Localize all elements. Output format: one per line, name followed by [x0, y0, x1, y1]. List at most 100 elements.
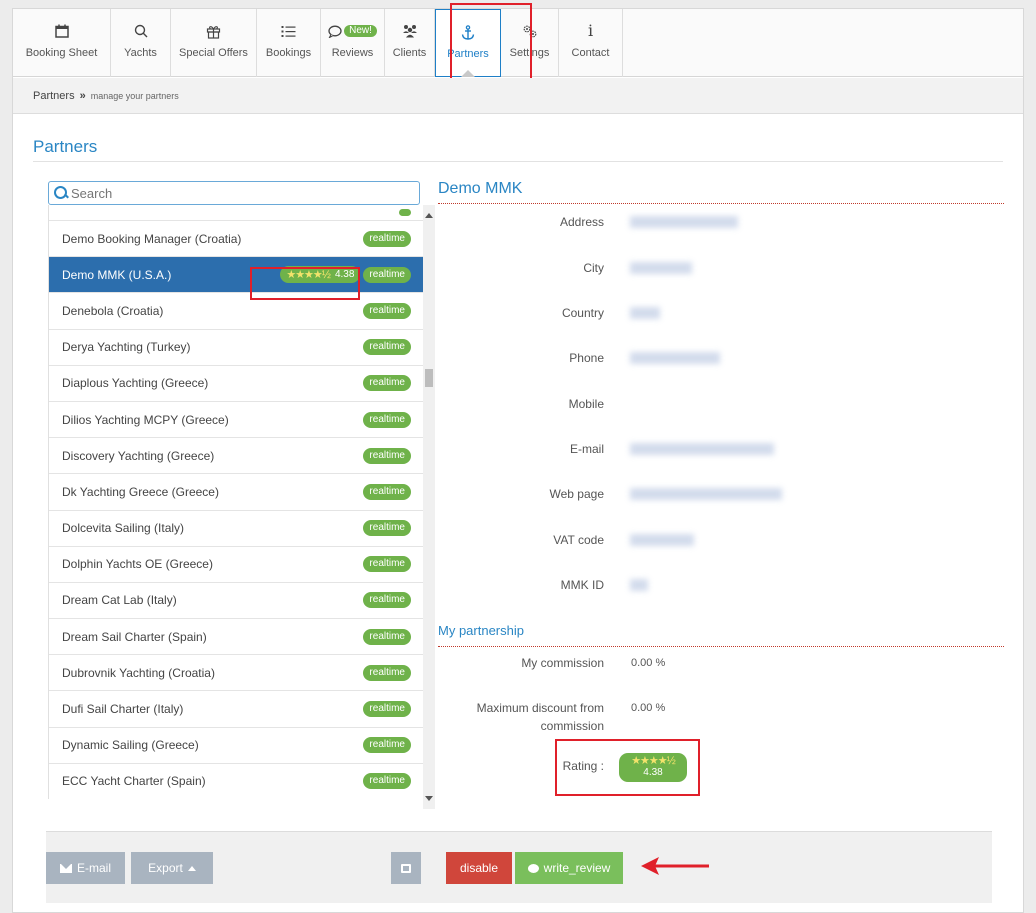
annotation-arrow-icon [641, 857, 709, 875]
list-item[interactable]: Dolphin Yachts OE (Greece) realtime [49, 546, 423, 583]
realtime-badge: realtime [363, 483, 411, 500]
partner-list[interactable]: Demo Booking Manager (Croatia) realtime … [48, 205, 423, 799]
realtime-badge: realtime [363, 737, 411, 754]
partner-name: Dolphin Yachts OE (Greece) [62, 557, 213, 572]
search-box[interactable] [48, 181, 420, 205]
commission-label: My commission [521, 656, 604, 670]
nav-special-offers[interactable]: Special Offers [171, 9, 257, 77]
city-value-redacted [630, 262, 692, 274]
list-item[interactable]: Denebola (Croatia) realtime [49, 293, 423, 330]
list-item[interactable]: Demo Booking Manager (Croatia) realtime [49, 221, 423, 258]
active-caret [461, 70, 475, 77]
rating-value: 4.38 [334, 269, 355, 281]
realtime-badge: realtime [363, 447, 411, 464]
realtime-badge: realtime [363, 592, 411, 609]
search-icon [134, 21, 148, 41]
nav-booking-sheet[interactable]: Booking Sheet [13, 9, 111, 77]
nav-bookings[interactable]: Bookings [257, 9, 321, 77]
gears-icon [522, 21, 538, 41]
list-item[interactable]: Dubrovnik Yachting (Croatia) realtime [49, 655, 423, 692]
list-item[interactable] [49, 205, 423, 221]
disable-button[interactable]: disable [446, 852, 512, 884]
country-label: Country [561, 306, 604, 320]
calendar-icon [54, 21, 69, 41]
partnership-divider [438, 646, 1004, 647]
comment-icon [527, 863, 539, 873]
address-label: Address [559, 215, 604, 229]
max-discount-label: Maximum discount from [476, 701, 604, 715]
speech-bubble-icon: New! [328, 21, 377, 41]
search-input[interactable] [71, 185, 411, 201]
export-button[interactable]: Export [131, 852, 213, 884]
email-value-redacted [630, 443, 774, 455]
breadcrumb-separator: » [79, 90, 86, 102]
nav-label: Clients [392, 47, 427, 59]
mobile-label: Mobile [568, 397, 604, 411]
realtime-badge: realtime [363, 411, 411, 428]
screenshot-button[interactable] [391, 852, 421, 884]
partner-name: Denebola (Croatia) [62, 303, 164, 318]
disable-button-label: disable [459, 861, 499, 875]
partner-name: Derya Yachting (Turkey) [62, 340, 191, 355]
nav-reviews[interactable]: New! Reviews [321, 9, 385, 77]
nav-clients[interactable]: Clients [385, 9, 435, 77]
list-item[interactable]: Derya Yachting (Turkey) realtime [49, 329, 423, 366]
list-item[interactable]: Dk Yachting Greece (Greece) realtime [49, 474, 423, 511]
phone-label: Phone [569, 351, 604, 365]
scroll-up-icon[interactable] [425, 213, 433, 218]
breadcrumb-root[interactable]: Partners [33, 90, 75, 102]
mmk-id-label: MMK ID [560, 578, 604, 592]
list-item[interactable]: ECC Yacht Charter (Spain) realtime [49, 763, 423, 799]
envelope-icon [59, 863, 72, 873]
rating-box: ★★★★½ 4.38 [619, 753, 687, 782]
list-item[interactable]: Dream Sail Charter (Spain) realtime [49, 619, 423, 656]
webpage-label: Web page [549, 487, 605, 501]
star-rating-icon: ★★★★½ [631, 755, 676, 767]
realtime-badge: realtime [363, 266, 411, 283]
anchor-icon [461, 22, 475, 42]
nav-partners[interactable]: Partners [435, 9, 501, 77]
list-item[interactable]: Dilios Yachting MCPY (Greece) realtime [49, 401, 423, 439]
list-item[interactable]: Dufi Sail Charter (Italy) realtime [49, 691, 423, 728]
write-review-button[interactable]: write_review [515, 852, 623, 884]
scroll-thumb[interactable] [425, 369, 433, 387]
list-item[interactable]: Dream Cat Lab (Italy) realtime [49, 582, 423, 620]
nav-yachts[interactable]: Yachts [111, 9, 171, 77]
rating-value: 4.38 [643, 767, 663, 778]
nav-label: Bookings [265, 47, 312, 59]
camera-icon [401, 863, 411, 873]
list-item-selected[interactable]: Demo MMK (U.S.A.) ★★★★½ 4.38 realtime [49, 257, 423, 294]
partner-name: Dk Yachting Greece (Greece) [62, 484, 219, 499]
list-item[interactable]: Discovery Yachting (Greece) realtime [49, 438, 423, 475]
nav-label: Settings [509, 47, 550, 59]
nav-label: Reviews [331, 47, 374, 59]
partner-name: Diaplous Yachting (Greece) [62, 376, 209, 391]
max-discount-label-2: commission [540, 719, 604, 733]
info-icon: i [587, 21, 594, 40]
email-button-label: E-mail [76, 861, 111, 875]
realtime-badge: realtime [363, 556, 411, 573]
nav-contact[interactable]: i Contact [559, 9, 623, 77]
partner-name: Dynamic Sailing (Greece) [62, 738, 199, 753]
users-icon [402, 21, 418, 41]
new-badge: New! [344, 25, 377, 37]
list-item[interactable]: Dolcevita Sailing (Italy) realtime [49, 510, 423, 547]
realtime-badge: realtime [363, 701, 411, 718]
top-nav: Booking Sheet Yachts Special Offers Book… [13, 9, 1023, 77]
nav-settings[interactable]: Settings [501, 9, 559, 77]
realtime-badge: realtime [363, 520, 411, 537]
partner-name: Discovery Yachting (Greece) [62, 448, 215, 463]
partner-name: ECC Yacht Charter (Spain) [62, 774, 206, 789]
scroll-down-icon[interactable] [425, 796, 433, 801]
realtime-badge: realtime [363, 375, 411, 392]
realtime-badge [399, 209, 411, 216]
nav-label: Partners [447, 48, 489, 60]
partner-name: Dream Sail Charter (Spain) [62, 629, 207, 644]
breadcrumb-sub: manage your partners [90, 91, 179, 101]
email-button[interactable]: E-mail [46, 852, 125, 884]
mmk-id-value-redacted [630, 579, 648, 591]
list-item[interactable]: Dynamic Sailing (Greece) realtime [49, 727, 423, 764]
export-button-label: Export [148, 861, 183, 875]
list-item[interactable]: Diaplous Yachting (Greece) realtime [49, 365, 423, 402]
title-divider [33, 161, 1003, 162]
